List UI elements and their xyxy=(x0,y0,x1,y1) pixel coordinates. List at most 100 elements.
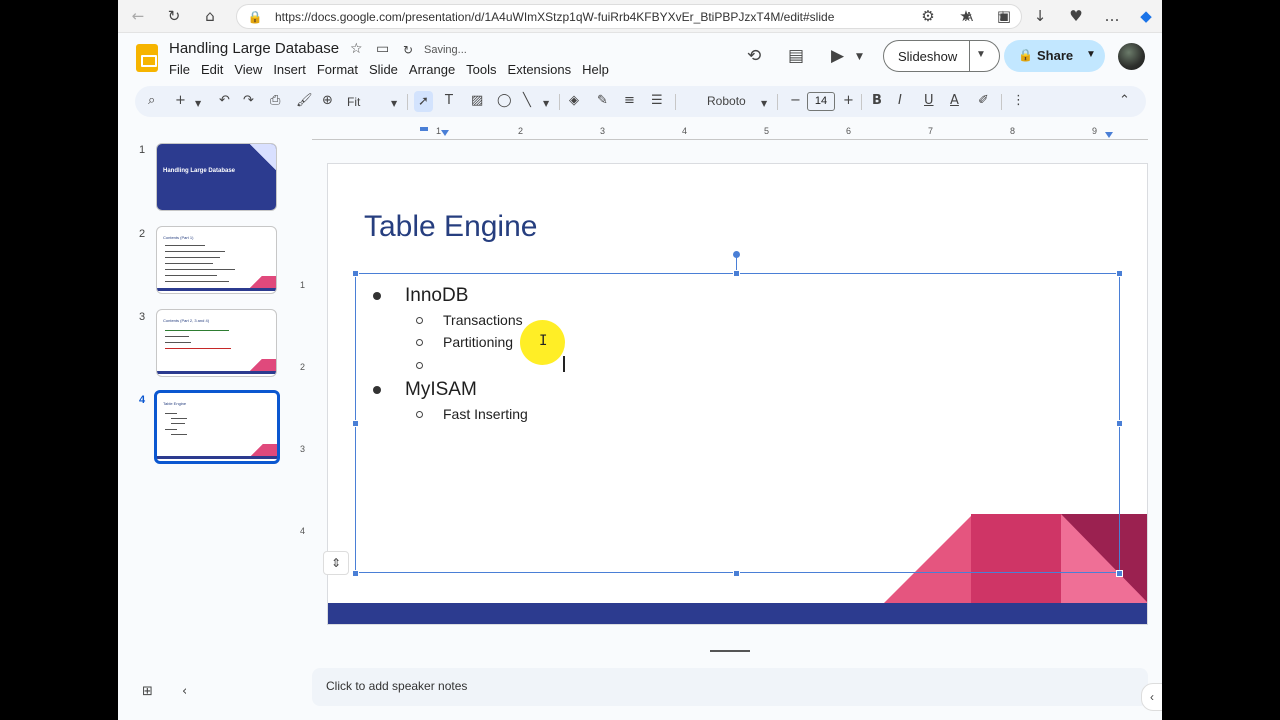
redo-icon[interactable]: ↷ xyxy=(243,93,254,109)
thumbnail-footer xyxy=(157,456,277,459)
menu-arrange[interactable]: Arrange xyxy=(409,62,455,77)
resize-handle[interactable] xyxy=(352,420,359,427)
lock-icon: 🔒 xyxy=(1018,48,1033,62)
save-status: Saving... xyxy=(424,44,467,56)
paint-format-icon[interactable]: 🖌 xyxy=(296,93,313,109)
ruler-left-margin-marker[interactable] xyxy=(441,130,449,136)
move-folder-icon[interactable]: ▭ xyxy=(376,41,389,57)
select-tool-icon[interactable]: ➚ xyxy=(414,91,433,112)
highlight-color-icon[interactable]: ✐ xyxy=(978,93,989,109)
back-icon[interactable]: ← xyxy=(128,6,148,26)
menu-insert[interactable]: Insert xyxy=(273,62,306,77)
star-icon[interactable]: ☆ xyxy=(350,41,363,57)
notes-resize-handle[interactable] xyxy=(710,650,750,652)
favorites-icon[interactable]: ★ xyxy=(956,6,976,26)
bold-icon[interactable]: B xyxy=(872,93,882,109)
downloads-icon[interactable]: ↓ xyxy=(1030,6,1050,26)
slide-thumbnail-2[interactable]: Contents (Part 1) xyxy=(156,226,277,294)
line-dropdown-icon[interactable]: ▼ xyxy=(543,96,549,112)
ruler-number: 5 xyxy=(764,126,770,136)
more-menu-icon[interactable]: … xyxy=(1102,6,1122,26)
copilot-icon[interactable]: ◆ xyxy=(1136,6,1156,26)
menu-slide[interactable]: Slide xyxy=(369,62,398,77)
address-bar[interactable]: 🔒 https://docs.google.com/presentation/d… xyxy=(236,4,1022,29)
thumbnail-text-line xyxy=(165,251,225,253)
slideshow-dropdown-icon[interactable]: ▼ xyxy=(976,49,986,60)
thumbnail-title: Contents (Part 2, 3 and 4) xyxy=(163,318,210,323)
undo-icon[interactable]: ↶ xyxy=(219,93,230,109)
decrease-font-icon[interactable]: − xyxy=(790,93,801,109)
ruler-indent-marker[interactable] xyxy=(420,127,428,131)
slideshow-button[interactable]: Slideshow ▼ xyxy=(883,40,1000,72)
reload-icon[interactable]: ↻ xyxy=(164,6,184,26)
slides-logo-icon[interactable] xyxy=(136,44,158,72)
speaker-notes[interactable]: Click to add speaker notes xyxy=(312,668,1148,706)
font-size-input[interactable]: 14 xyxy=(807,92,835,111)
line-icon[interactable]: ╲ xyxy=(523,93,531,109)
collapse-toolbar-icon[interactable]: ⌃ xyxy=(1119,93,1130,109)
print-icon[interactable]: ⎙ xyxy=(270,93,280,109)
ruler-right-margin-marker[interactable] xyxy=(1105,132,1113,138)
resize-handle[interactable] xyxy=(1116,420,1123,427)
slide-thumbnail-4[interactable]: Table Engine xyxy=(154,390,280,464)
new-slide-icon[interactable]: + xyxy=(175,93,186,109)
menu-help[interactable]: Help xyxy=(582,62,609,77)
more-options-icon[interactable]: ⋮ xyxy=(1012,93,1025,109)
meet-video-icon[interactable]: ▶ xyxy=(831,46,844,66)
meet-dropdown-icon[interactable]: ▼ xyxy=(856,52,863,62)
collapse-filmstrip-icon[interactable]: ‹ xyxy=(182,684,187,699)
text-box-icon[interactable]: T xyxy=(445,93,453,109)
toolbar: ⌕ + ▼ ↶ ↷ ⎙ 🖌 ⊕ Fit ▼ ➚ T ▨ ◯ ╲ ▼ ◈ ✎ ≡ … xyxy=(135,86,1146,117)
resize-handle[interactable] xyxy=(733,570,740,577)
version-history-icon[interactable]: ⟲ xyxy=(747,46,761,66)
font-dropdown-icon[interactable]: ▼ xyxy=(761,96,767,112)
thumbnail-text-line xyxy=(165,281,229,283)
resize-handle[interactable] xyxy=(733,270,740,277)
rotate-handle[interactable] xyxy=(733,251,740,258)
site-info-icon[interactable]: 🔒 xyxy=(245,7,265,27)
slide-thumbnail-3[interactable]: Contents (Part 2, 3 and 4) xyxy=(156,309,277,377)
comments-icon[interactable]: ▤ xyxy=(788,46,804,66)
menu-bar: File Edit View Insert Format Slide Arran… xyxy=(169,62,620,77)
border-color-icon[interactable]: ✎ xyxy=(597,93,608,109)
search-menus-icon[interactable]: ⌕ xyxy=(148,93,155,109)
side-panel-toggle-icon[interactable]: ‹ xyxy=(1141,683,1162,711)
menu-view[interactable]: View xyxy=(234,62,262,77)
zoom-select[interactable]: Fit xyxy=(347,94,360,110)
shape-icon[interactable]: ◯ xyxy=(497,93,512,109)
resize-handle[interactable] xyxy=(1116,270,1123,277)
document-title[interactable]: Handling Large Database xyxy=(169,40,339,57)
increase-font-icon[interactable]: + xyxy=(843,93,854,109)
fill-color-icon[interactable]: ◈ xyxy=(569,93,579,109)
font-select[interactable]: Roboto xyxy=(707,94,746,108)
collections-icon[interactable]: ▣ xyxy=(994,6,1014,26)
share-button[interactable]: 🔒 Share ▼ xyxy=(1004,40,1105,72)
avatar[interactable] xyxy=(1118,43,1145,70)
resize-handle[interactable] xyxy=(352,570,359,577)
resize-handle[interactable] xyxy=(1116,570,1123,577)
text-color-icon[interactable]: A xyxy=(950,93,959,109)
menu-edit[interactable]: Edit xyxy=(201,62,223,77)
zoom-dropdown-icon[interactable]: ▼ xyxy=(391,96,397,112)
extensions-icon[interactable]: ⚙ xyxy=(918,6,938,26)
grid-view-icon[interactable]: ⊞ xyxy=(142,684,153,699)
home-icon[interactable]: ⌂ xyxy=(200,6,220,26)
new-slide-dropdown-icon[interactable]: ▼ xyxy=(195,96,201,112)
thumbnail-text-line xyxy=(165,263,213,265)
border-weight-icon[interactable]: ≡ xyxy=(624,93,635,109)
slide-thumbnail-1[interactable]: Handling Large Database xyxy=(156,143,277,211)
border-dash-icon[interactable]: ☰ xyxy=(651,93,663,109)
underline-icon[interactable]: U xyxy=(924,93,934,109)
resize-handle[interactable] xyxy=(352,270,359,277)
autofit-options-icon[interactable]: ⇕ xyxy=(323,551,349,575)
browser-essentials-icon[interactable]: ♥ xyxy=(1066,6,1086,26)
menu-file[interactable]: File xyxy=(169,62,190,77)
menu-tools[interactable]: Tools xyxy=(466,62,496,77)
menu-extensions[interactable]: Extensions xyxy=(508,62,572,77)
share-dropdown-icon[interactable]: ▼ xyxy=(1086,49,1096,60)
insert-image-icon[interactable]: ▨ xyxy=(471,93,483,109)
zoom-icon[interactable]: ⊕ xyxy=(322,93,333,109)
slide-title[interactable]: Table Engine xyxy=(364,210,537,244)
italic-icon[interactable]: I xyxy=(898,93,902,109)
menu-format[interactable]: Format xyxy=(317,62,358,77)
